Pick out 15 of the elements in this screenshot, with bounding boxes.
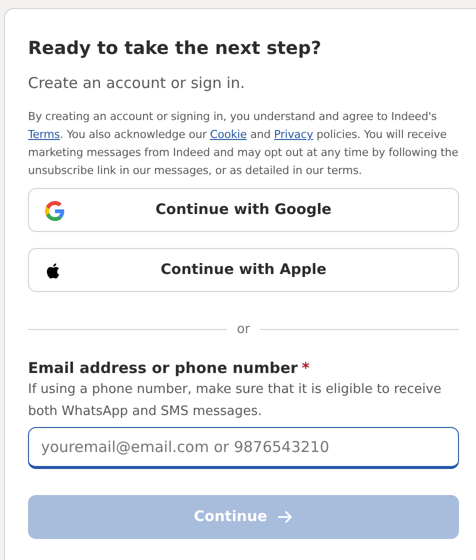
required-mark: * (302, 358, 310, 379)
field-hint: If using a phone number, make sure that it is eligible to receive both WhatsApp and SMS messages. (28, 381, 442, 421)
provider-button[interactable]: Continue with Apple (28, 248, 459, 292)
google-g-icon (45, 201, 65, 221)
provider-button[interactable]: Continue with Google (28, 188, 459, 232)
field-label: Email address or phone number (28, 358, 298, 379)
policy-link[interactable]: Terms (28, 128, 60, 141)
subheading: Create an account or sign in. (28, 73, 246, 94)
arrow-right-icon (277, 510, 294, 524)
email-field[interactable]: youremail@email.com or 9876543210 (28, 427, 459, 469)
policy-link[interactable]: Privacy (274, 128, 314, 141)
consent-text: By creating an account or signing in, you understand and agree to Indeed's Terms. You also acknowledge our Cookie and Privacy policies. You will receive marketing messages from Indeed and may opt out at any time by following the unsubscribe link in our messages, or as detailed in our terms. (28, 109, 459, 179)
policy-link[interactable]: Cookie (210, 128, 247, 141)
heading: Ready to take the next step? (28, 37, 322, 61)
divider-label: or (236, 322, 250, 337)
